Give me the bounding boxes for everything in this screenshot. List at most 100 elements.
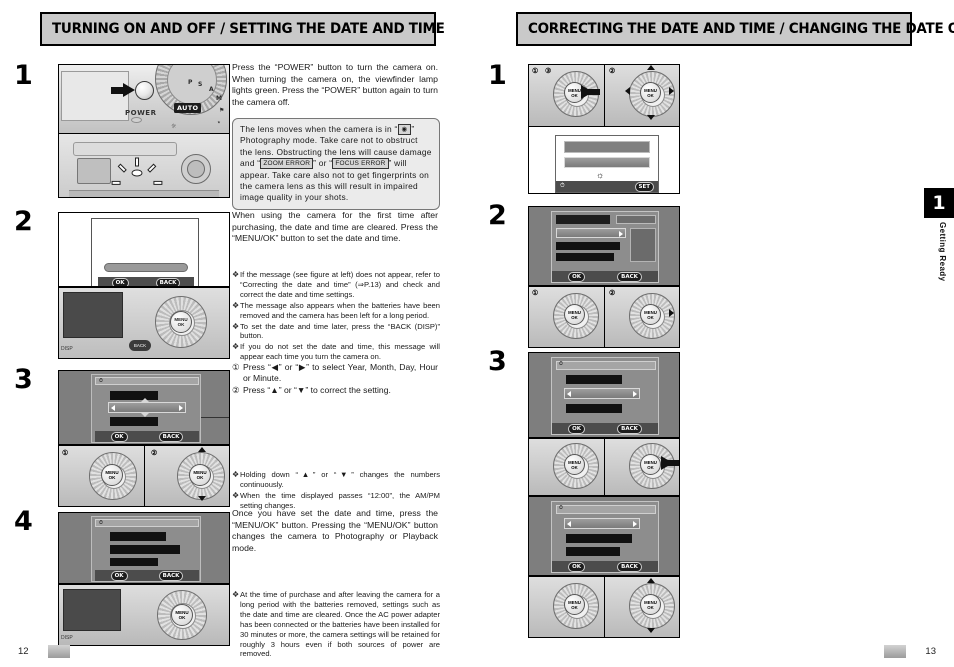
note-bullet-icon: ❖	[232, 300, 240, 310]
marker-2: ②	[609, 290, 616, 297]
marker-3: ③	[545, 68, 552, 75]
ok-chip: OK	[568, 271, 586, 282]
chapter-tab: 1	[924, 188, 954, 218]
list-item: ① Press “◀” or “▶” to select Year, Month,…	[232, 362, 438, 384]
lcd-message-bar	[104, 263, 188, 272]
section-title-right: CORRECTING THE DATE AND TIME / CHANGING …	[528, 21, 954, 37]
folio-mark-left	[48, 645, 70, 658]
chapter-tab-number: 1	[932, 191, 946, 214]
set-chip: SET	[634, 181, 654, 192]
step-2-text-left: When using the camera for the first time…	[232, 210, 438, 244]
lcd-screen-datetime-edit: ⏱ OK BACK	[551, 357, 659, 435]
note-bullet-icon: ❖	[232, 590, 240, 599]
back-chip: BACK	[158, 431, 184, 442]
note-bullet-icon: ❖	[232, 321, 240, 331]
figure-menu-navigation-4: MENU OK MENU OK	[528, 576, 680, 638]
back-chip: BACK	[158, 570, 184, 581]
page-number-right: 13	[925, 646, 936, 657]
list-item: ② Press “▲” or “▼” to correct the setting…	[232, 384, 391, 395]
ok-chip: OK	[110, 431, 128, 442]
power-button-illustration	[135, 81, 154, 100]
note-bullet-icon: ❖	[232, 342, 240, 352]
viewfinder-lamp	[111, 156, 163, 197]
page-number-left: 12	[18, 646, 29, 657]
figure-menu-navigation-3: MENU OK MENU OK	[528, 438, 680, 496]
ok-chip: OK	[568, 423, 586, 434]
figure-lcd-datetime-confirm: ⏱ OK BACK	[58, 512, 230, 584]
back-chip: BACK	[617, 423, 642, 434]
chapter-tab-label: Getting Ready	[938, 222, 947, 282]
marker-2: ②	[151, 450, 158, 457]
ok-chip: OK	[568, 561, 586, 572]
figure-lcd-datetime-set: ⏱ OK BACK	[58, 370, 230, 445]
manual-spread: TURNING ON AND OFF / SETTING THE DATE AN…	[0, 0, 954, 667]
note-item: ❖ If you do not set the date and time, th…	[232, 342, 440, 362]
lcd-titlebar: ⏱	[95, 377, 199, 385]
lcd-screen-setup: OK BACK	[551, 211, 659, 283]
notes-step-3-left: ❖ Holding down “▲” or “▼” changes the num…	[232, 470, 440, 512]
back-chip: BACK	[617, 271, 642, 282]
viewfinder-window	[77, 158, 111, 184]
folio-mark-right	[884, 645, 906, 658]
power-arrow-head	[123, 83, 135, 97]
note-bullet-icon: ❖	[232, 270, 240, 279]
sun-icon: ☼	[596, 170, 605, 180]
note-item: ❖ The message also appears when the batte…	[232, 300, 440, 320]
note-item: ❖ At the time of purchase and after leavi…	[232, 590, 440, 659]
lcd-screen-datetime: ⏱ OK BACK	[91, 374, 201, 443]
marker-1: ①	[532, 68, 539, 75]
lcd-button-row: OK BACK	[95, 431, 199, 442]
figure-camera-navpad-1: MENU OK BACK DISP	[58, 287, 230, 359]
section-banner-left: TURNING ON AND OFF / SETTING THE DATE AN…	[40, 12, 445, 46]
step-number-3-right: 3	[488, 346, 507, 377]
step-4-text-left: Once you have set the date and time, pre…	[232, 508, 438, 553]
figure-lcd-datetime-prompt: OK BACK	[58, 212, 230, 287]
note-item: ❖ If the message (see figure at left) doe…	[232, 270, 440, 299]
photography-mode-icon: ◉	[397, 124, 412, 135]
caution-pre: The lens moves when the camera is in “	[240, 124, 398, 134]
page-left: TURNING ON AND OFF / SETTING THE DATE AN…	[0, 0, 477, 667]
caution-mid2: ” or “	[313, 158, 333, 169]
focus-error-chip: FOCUS ERROR	[332, 158, 389, 170]
step-1-text-left: Press the “POWER” button to turn the cam…	[232, 62, 438, 107]
figure-camera-navpad-2: ① MENU OK ② MENU OK	[58, 445, 230, 507]
step-number-1-right: 1	[488, 60, 507, 91]
power-led	[131, 117, 142, 123]
zoom-error-chip: ZOOM ERROR	[260, 158, 314, 170]
marker-2: ②	[609, 68, 616, 75]
callout-line	[201, 417, 229, 418]
note-item: ❖ To set the date and time later, press t…	[232, 321, 440, 341]
figure-camera-power: POWER AUTO S A P M ⚑ ⋆ ☼	[58, 64, 230, 198]
step-number-4-left: 4	[14, 506, 33, 537]
notes-step-2-left: ❖ If the message (see figure at left) doe…	[232, 270, 440, 363]
lcd-screen-date-order: ⏱ OK BACK	[551, 501, 659, 573]
step-number-1-left: 1	[14, 60, 33, 91]
back-button-illustration: BACK	[129, 340, 151, 351]
back-chip: BACK	[155, 277, 181, 286]
ok-chip: OK	[111, 277, 129, 286]
lcd-screen-menu: ☼ ⏱ SET	[555, 135, 659, 193]
section-banner-right: CORRECTING THE DATE AND TIME / CHANGING …	[516, 12, 954, 46]
figure-lcd-date-order: ⏱ OK BACK	[528, 496, 680, 576]
figure-menu-navigation-2: ① MENU OK ② MENU OK	[528, 286, 680, 348]
power-label: POWER	[125, 109, 157, 117]
lcd-field-year	[110, 391, 158, 400]
lcd-screen-prompt: OK BACK	[91, 218, 199, 286]
section-title-left: TURNING ON AND OFF / SETTING THE DATE AN…	[52, 21, 445, 37]
step-number-3-left: 3	[14, 364, 33, 395]
figure-menu-navigation-1: ① ③ MENU OK ② MENU OK ☼ ⏱ SET	[528, 64, 680, 194]
page-right: CORRECTING THE DATE AND TIME / CHANGING …	[477, 0, 954, 667]
note-item: ❖ Holding down “▲” or “▼” changes the num…	[232, 470, 440, 489]
step-number-2-right: 2	[488, 200, 507, 231]
lcd-field-order	[110, 417, 158, 426]
menu-ok-button-illustration: MENU OK	[170, 311, 192, 333]
back-chip: BACK	[617, 561, 642, 572]
step-number-2-left: 2	[14, 206, 33, 237]
lcd-selected-field	[108, 398, 186, 417]
lcd-screen-confirm: ⏱ OK BACK	[91, 516, 201, 582]
figure-lcd-datetime-edit: ⏱ OK BACK	[528, 352, 680, 438]
note-bullet-icon: ❖	[232, 470, 240, 479]
marker-1: ①	[62, 450, 69, 457]
lcd-button-row: OK BACK	[98, 277, 194, 286]
figure-lcd-setup-menu: OK BACK	[528, 206, 680, 286]
